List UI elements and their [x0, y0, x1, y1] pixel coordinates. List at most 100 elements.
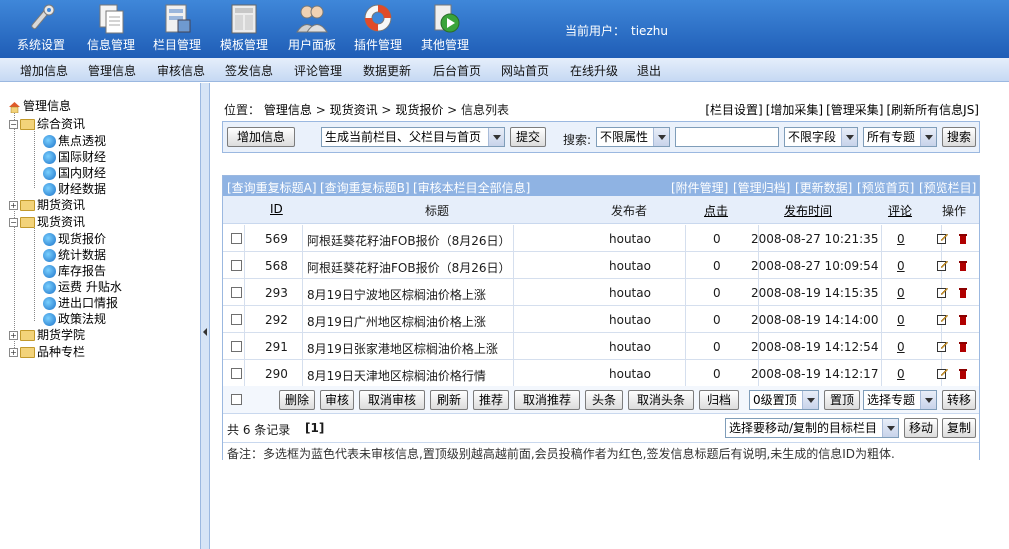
link-dup-title-b[interactable]: [查询重复标题B] [320, 179, 410, 196]
search-input[interactable] [675, 127, 779, 147]
subnav-site-home[interactable]: 网站首页 [501, 62, 549, 79]
row-checkbox[interactable] [231, 260, 242, 271]
search-button[interactable]: 搜索 [942, 127, 976, 147]
collapse-icon[interactable]: − [9, 120, 18, 129]
link-preview-home[interactable]: [预览首页] [857, 179, 914, 196]
subnav-add-info[interactable]: 增加信息 [20, 62, 68, 79]
recommend-button[interactable]: 推荐 [473, 390, 509, 410]
delete-icon[interactable] [958, 260, 968, 271]
set-top-button[interactable]: 置顶 [824, 390, 860, 410]
link-archive-manage[interactable]: [管理归档] [733, 179, 790, 196]
row-checkbox[interactable] [231, 314, 242, 325]
link-column-settings[interactable]: [栏目设置] [705, 103, 762, 117]
edit-icon[interactable] [937, 314, 948, 325]
tree-item[interactable]: 进出口情报 [43, 296, 118, 310]
tree-group-futures-academy[interactable]: + 期货学院 [9, 328, 85, 342]
row-comments-link[interactable]: 0 [897, 259, 905, 273]
collapse-icon[interactable]: − [9, 218, 18, 227]
transfer-button[interactable]: 转移 [942, 390, 976, 410]
expand-icon[interactable]: + [9, 201, 18, 210]
link-dup-title-a[interactable]: [查询重复标题A] [227, 179, 317, 196]
tree-group-variety-column[interactable]: + 品种专栏 [9, 345, 85, 359]
add-info-button[interactable]: 增加信息 [227, 127, 295, 147]
delete-button[interactable]: 删除 [279, 390, 315, 410]
row-comments-link[interactable]: 0 [897, 313, 905, 327]
cancel-review-button[interactable]: 取消审核 [359, 390, 425, 410]
col-id[interactable]: ID [270, 202, 283, 216]
expand-icon[interactable]: + [9, 348, 18, 357]
subnav-data-update[interactable]: 数据更新 [363, 62, 411, 79]
menu-user-panel[interactable]: 用户面板 [281, 2, 343, 56]
tree-item[interactable]: 政策法规 [43, 312, 106, 326]
row-title-link[interactable]: 8月19日天津地区棕榈油价格行情 [307, 367, 486, 384]
select-all-checkbox[interactable] [231, 394, 242, 405]
archive-button[interactable]: 归档 [699, 390, 739, 410]
field-select[interactable]: 不限字段 [784, 127, 858, 147]
delete-icon[interactable] [958, 341, 968, 352]
tree-item[interactable]: 国际财经 [43, 150, 106, 164]
delete-icon[interactable] [958, 314, 968, 325]
link-add-collection[interactable]: [增加采集] [766, 103, 823, 117]
row-title-link[interactable]: 阿根廷葵花籽油FOB报价（8月26日） [307, 232, 511, 249]
headline-button[interactable]: 头条 [585, 390, 623, 410]
menu-info-management[interactable]: 信息管理 [80, 2, 142, 56]
delete-icon[interactable] [958, 233, 968, 244]
delete-icon[interactable] [958, 287, 968, 298]
move-button[interactable]: 移动 [904, 418, 938, 438]
tree-item[interactable]: 财经数据 [43, 182, 106, 196]
subnav-manage-info[interactable]: 管理信息 [88, 62, 136, 79]
delete-icon[interactable] [958, 368, 968, 379]
tree-item[interactable]: 统计数据 [43, 248, 106, 262]
tree-item[interactable]: 现货报价 [43, 232, 106, 246]
subnav-logout[interactable]: 退出 [637, 62, 661, 79]
subnav-comment-management[interactable]: 评论管理 [294, 62, 342, 79]
edit-icon[interactable] [937, 260, 948, 271]
tree-item[interactable]: 焦点透视 [43, 134, 106, 148]
menu-other-management[interactable]: 其他管理 [414, 2, 476, 56]
topic-select[interactable]: 所有专题 [863, 127, 937, 147]
col-publish-time[interactable]: 发布时间 [784, 202, 832, 219]
col-comments[interactable]: 评论 [888, 202, 912, 219]
link-attachments[interactable]: [附件管理] [671, 179, 728, 196]
link-manage-collection[interactable]: [管理采集] [826, 103, 883, 117]
breadcrumb-spot-price[interactable]: 现货报价 [395, 103, 443, 117]
row-title-link[interactable]: 阿根廷葵花籽油FOB报价（8月26日） [307, 259, 511, 276]
menu-template-management[interactable]: 模板管理 [213, 2, 275, 56]
cancel-recommend-button[interactable]: 取消推荐 [514, 390, 580, 410]
link-review-all[interactable]: [审核本栏目全部信息] [413, 179, 530, 196]
tree-item[interactable]: 运费 升贴水 [43, 280, 122, 294]
subnav-sign-info[interactable]: 签发信息 [225, 62, 273, 79]
page-number[interactable]: [1] [305, 421, 324, 435]
link-update-data[interactable]: [更新数据] [795, 179, 852, 196]
tree-item[interactable]: 国内财经 [43, 166, 106, 180]
edit-icon[interactable] [937, 287, 948, 298]
submit-button[interactable]: 提交 [510, 127, 546, 147]
row-checkbox[interactable] [231, 233, 242, 244]
expand-icon[interactable]: + [9, 331, 18, 340]
edit-icon[interactable] [937, 368, 948, 379]
collapse-arrow-icon[interactable] [203, 328, 207, 336]
tree-group-general-news[interactable]: − 综合资讯 [9, 117, 85, 131]
tree-group-futures-news[interactable]: + 期货资讯 [9, 198, 85, 212]
menu-column-management[interactable]: 栏目管理 [146, 2, 208, 56]
breadcrumb-spot-news[interactable]: 现货资讯 [330, 103, 378, 117]
row-checkbox[interactable] [231, 287, 242, 298]
edit-icon[interactable] [937, 341, 948, 352]
row-comments-link[interactable]: 0 [897, 286, 905, 300]
link-refresh-js[interactable]: [刷新所有信息JS] [886, 103, 979, 117]
row-title-link[interactable]: 8月19日宁波地区棕榈油价格上涨 [307, 286, 486, 303]
link-preview-column[interactable]: [预览栏目] [919, 179, 976, 196]
subnav-online-upgrade[interactable]: 在线升级 [570, 62, 618, 79]
menu-plugin-management[interactable]: 插件管理 [347, 2, 409, 56]
attribute-select[interactable]: 不限属性 [596, 127, 670, 147]
row-checkbox[interactable] [231, 368, 242, 379]
tree-group-spot-news[interactable]: − 现货资讯 [9, 215, 85, 229]
tree-item[interactable]: 库存报告 [43, 264, 106, 278]
col-clicks[interactable]: 点击 [704, 202, 728, 219]
review-button[interactable]: 审核 [320, 390, 354, 410]
refresh-button[interactable]: 刷新 [430, 390, 468, 410]
row-title-link[interactable]: 8月19日广州地区棕榈油价格上涨 [307, 313, 486, 330]
edit-icon[interactable] [937, 233, 948, 244]
breadcrumb-manage-info[interactable]: 管理信息 [264, 103, 312, 117]
menu-system-settings[interactable]: 系统设置 [10, 2, 72, 56]
